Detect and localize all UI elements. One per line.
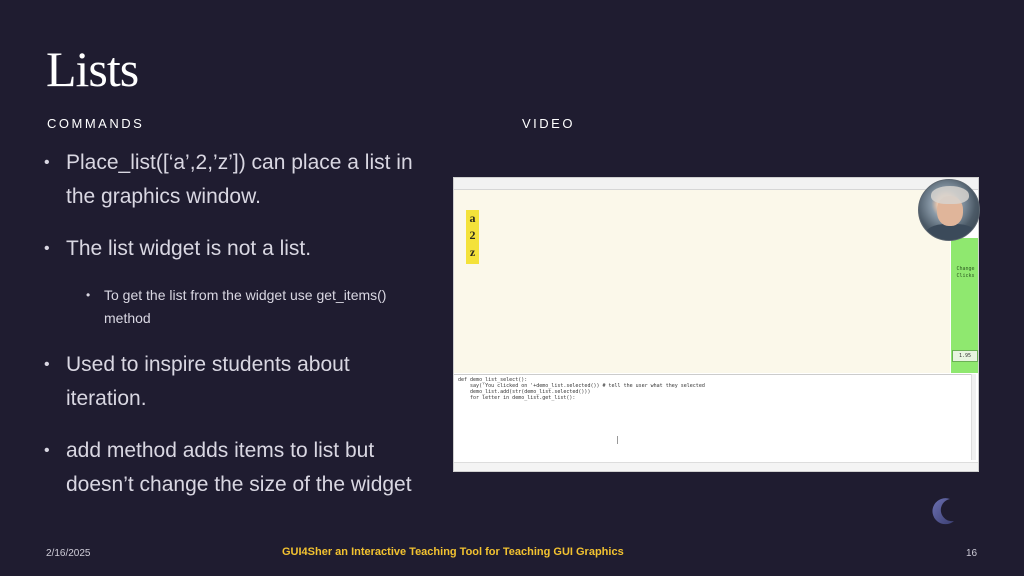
- video-sidebar-button: 1.95: [952, 350, 978, 362]
- bullet-dot: •: [44, 154, 50, 171]
- list-item: z: [469, 245, 476, 259]
- slide-title: Lists: [46, 41, 139, 97]
- webcam-thumbnail: [918, 179, 980, 241]
- bullet-text: The list widget is not a list.: [66, 237, 312, 260]
- code-line: for letter in demo_list.get_list():: [458, 395, 576, 401]
- bullet-dot: •: [44, 442, 50, 459]
- video-statusbar: [454, 462, 978, 471]
- bullet-item: • add method adds items to list but does…: [44, 434, 464, 502]
- bullet-text: iteration.: [66, 387, 147, 410]
- video-sidebar-label: Change Clicks: [952, 266, 978, 280]
- sub-bullet-item: • To get the list from the widget use ge…: [86, 284, 464, 330]
- bullet-text: doesn’t change the size of the widget: [66, 473, 412, 496]
- video-code-editor: def demo_list_select(): say('You clicked…: [454, 374, 974, 462]
- video-editor-scrollbar: [971, 374, 976, 460]
- footer-date: 2/16/2025: [46, 548, 91, 559]
- list-item: a: [469, 211, 476, 225]
- video-list-widget: a 2 z: [466, 210, 479, 264]
- commands-heading: COMMANDS: [47, 116, 145, 131]
- sidebar-label-line: Clicks: [956, 273, 975, 279]
- bullet-text: add method adds items to list but: [66, 439, 375, 462]
- bullet-item: • Place_list([‘a’,2,’z’]) can place a li…: [44, 146, 464, 214]
- video-heading: VIDEO: [522, 116, 575, 131]
- sub-bullet-text: To get the list from the widget use get_…: [104, 287, 387, 303]
- video-player[interactable]: a 2 z Change Clicks 1.95 def demo_list_s…: [453, 177, 979, 472]
- list-item: 2: [469, 228, 476, 242]
- bullet-dot: •: [44, 240, 50, 257]
- bullet-list: • Place_list([‘a’,2,’z’]) can place a li…: [44, 146, 464, 502]
- page-number: 16: [966, 548, 978, 559]
- bullet-text: the graphics window.: [66, 185, 261, 208]
- sub-bullet-text: method: [104, 310, 151, 326]
- moon-icon: [932, 498, 954, 525]
- bullet-item: • The list widget is not a list.: [44, 232, 464, 266]
- video-window-titlebar: [454, 178, 978, 190]
- bullet-item: • Used to inspire students about iterati…: [44, 348, 464, 416]
- bullet-text: Place_list([‘a’,2,’z’]) can place a list…: [66, 151, 413, 174]
- bullet-dot: •: [86, 288, 91, 302]
- sidebar-label-line: Change: [956, 266, 975, 272]
- video-text-cursor: [617, 436, 618, 444]
- footer-title: GUI4Sher an Interactive Teaching Tool fo…: [282, 546, 624, 558]
- video-graphics-canvas: [454, 190, 950, 373]
- bullet-dot: •: [44, 356, 50, 373]
- bullet-text: Used to inspire students about: [66, 353, 350, 376]
